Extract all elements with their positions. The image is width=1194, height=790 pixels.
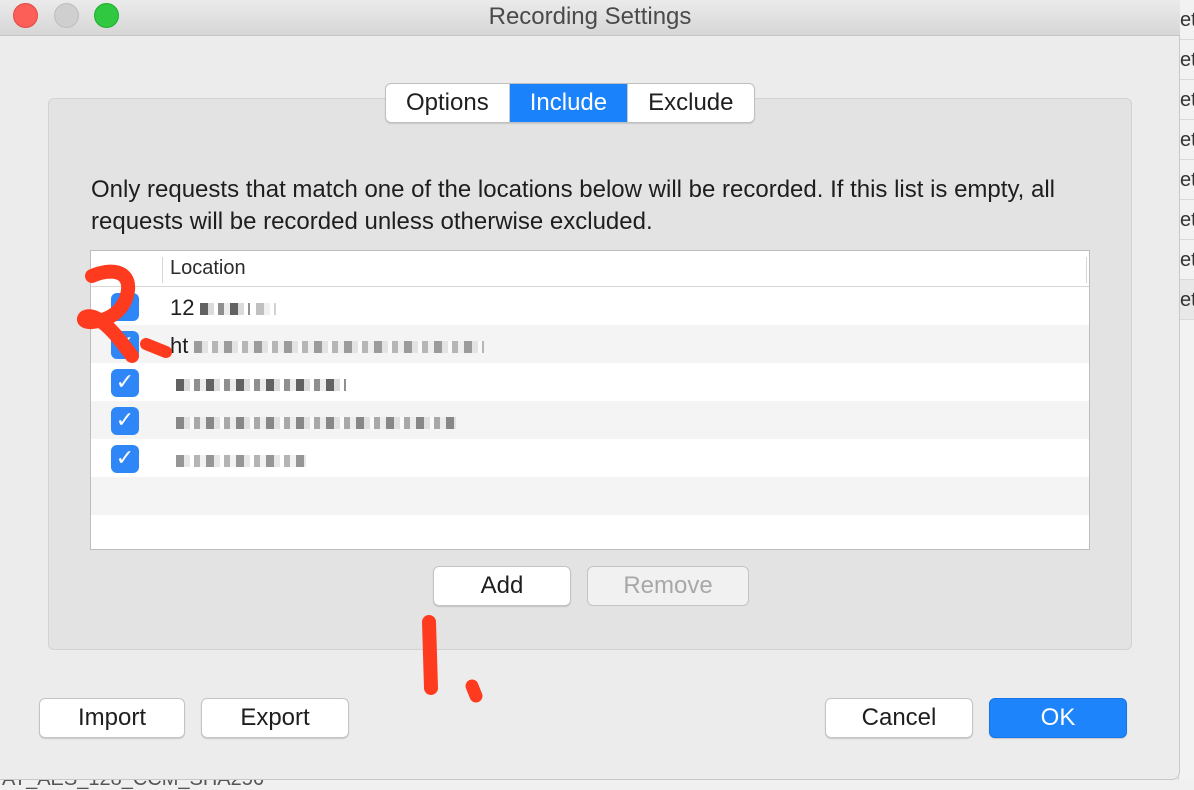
background-bottom-text: AT_AES_128_CCM_SHA256: [0, 780, 1194, 790]
include-checkbox[interactable]: ✓: [111, 445, 139, 473]
table-row[interactable]: ✓: [91, 401, 1089, 439]
include-checkbox[interactable]: ✓: [111, 407, 139, 435]
ok-button[interactable]: OK: [989, 698, 1127, 738]
table-row[interactable]: ✓: [91, 363, 1089, 401]
tab-bar: Options Include Exclude: [385, 83, 755, 123]
import-button[interactable]: Import: [39, 698, 185, 738]
tab-exclude[interactable]: Exclude: [628, 84, 753, 122]
column-divider: [1086, 257, 1087, 283]
include-checkbox[interactable]: ✓: [111, 331, 139, 359]
add-button[interactable]: Add: [433, 566, 571, 606]
location-cell: [170, 447, 306, 473]
bg-row: et: [1179, 80, 1194, 120]
location-cell: ht: [170, 333, 485, 359]
location-cell: 12: [170, 295, 277, 321]
table-row[interactable]: ✓ 12: [91, 287, 1089, 325]
location-table: Location ✓ 12 ✓ ht ✓ ✓ ✓: [90, 250, 1090, 550]
bg-row: et: [1179, 0, 1194, 40]
bg-row: et: [1179, 120, 1194, 160]
redacted-text: [256, 303, 277, 316]
table-row[interactable]: ✓: [91, 439, 1089, 477]
redacted-text: [176, 379, 346, 392]
location-cell: [170, 371, 346, 397]
bg-row: et: [1179, 240, 1194, 280]
bg-row: et: [1179, 40, 1194, 80]
bg-row: et: [1179, 280, 1194, 320]
include-checkbox[interactable]: ✓: [111, 369, 139, 397]
include-checkbox[interactable]: ✓: [111, 293, 139, 321]
include-description: Only requests that match one of the loca…: [91, 176, 1056, 235]
empty-row: [91, 515, 1089, 549]
bg-row: et: [1179, 200, 1194, 240]
location-cell: [170, 409, 456, 435]
redacted-text: [194, 341, 485, 354]
redacted-text: [176, 417, 456, 430]
window-title: Recording Settings: [488, 3, 692, 30]
recording-settings-dialog: Recording Settings Options Include Exclu…: [0, 0, 1180, 780]
export-button[interactable]: Export: [201, 698, 349, 738]
empty-row: [91, 477, 1089, 515]
redacted-text: [176, 455, 306, 468]
location-column-header[interactable]: Location: [170, 257, 246, 280]
table-row[interactable]: ✓ ht: [91, 325, 1089, 363]
tab-include[interactable]: Include: [509, 84, 629, 122]
column-divider: [162, 257, 163, 283]
background-window: et et et et et et et et: [1178, 0, 1194, 790]
remove-button[interactable]: Remove: [587, 566, 749, 606]
table-header: Location: [91, 251, 1089, 287]
tab-options[interactable]: Options: [386, 84, 510, 122]
title-bar: Recording Settings: [0, 0, 1180, 36]
cancel-button[interactable]: Cancel: [825, 698, 973, 738]
bg-row: et: [1179, 160, 1194, 200]
redacted-text: [200, 303, 251, 316]
